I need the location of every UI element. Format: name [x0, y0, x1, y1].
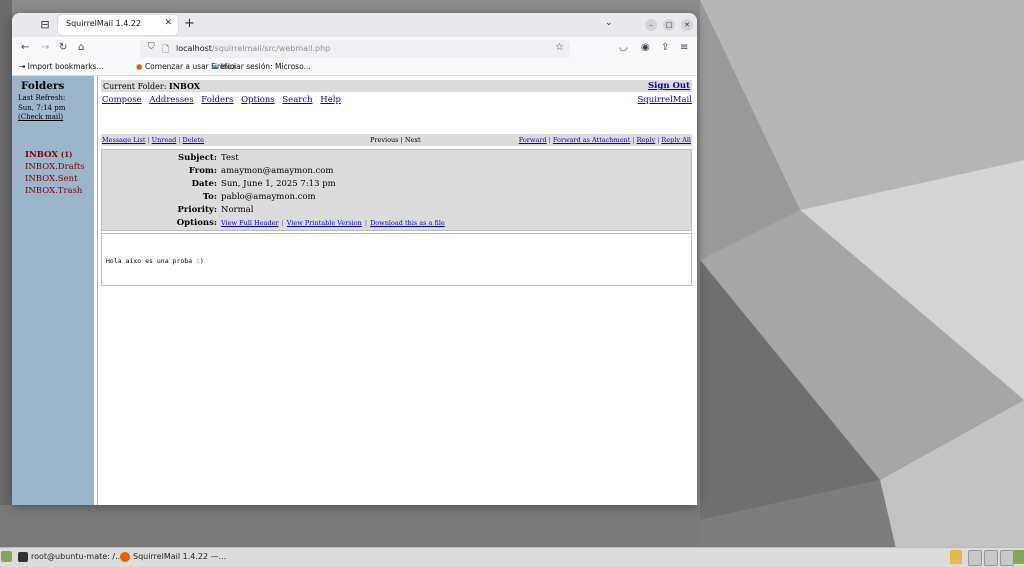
- view-full-header-link[interactable]: View Full Header: [221, 219, 279, 227]
- from-row: From: amaymon@amaymon.com: [188, 166, 334, 176]
- reply-all-link[interactable]: Reply All: [661, 136, 691, 144]
- date-row: Date: Sun, June 1, 2025 7:13 pm: [191, 179, 336, 189]
- unread-count: (1): [60, 150, 73, 159]
- to-row: To: pablo@amaymon.com: [202, 192, 316, 202]
- forward-attachment-link[interactable]: Forward as Attachment: [553, 136, 631, 144]
- bookmark-microsoft[interactable]: ☁ Iniciar sesión: Microso...: [211, 62, 311, 71]
- browser-tab[interactable]: SquirrelMail 1.4.22 ✕: [58, 15, 178, 35]
- last-refresh: Last Refresh: Sun, 7:14 pm (Check mail): [18, 94, 66, 123]
- tab-list-icon[interactable]: ⊟: [38, 18, 52, 32]
- compose-link[interactable]: Compose: [102, 95, 142, 105]
- sign-out-link[interactable]: Sign Out: [648, 81, 690, 91]
- account-icon[interactable]: ◉: [641, 42, 650, 53]
- home-icon[interactable]: ⌂: [78, 42, 84, 53]
- folder-sent[interactable]: INBOX.Sent: [25, 174, 78, 184]
- page-info-icon[interactable]: 🗋: [162, 42, 169, 58]
- url-host: localhost: [176, 44, 212, 53]
- subject-row: Subject: Test: [178, 153, 239, 163]
- priority-row: Priority: Normal: [177, 205, 254, 215]
- addresses-link[interactable]: Addresses: [149, 95, 193, 105]
- options-link[interactable]: Options: [241, 95, 275, 105]
- current-folder: Current Folder: INBOX: [103, 81, 200, 91]
- message-view: Current Folder: INBOX Sign Out Compose A…: [101, 76, 695, 505]
- folder-inbox[interactable]: INBOX (1): [25, 150, 72, 160]
- main-menu: Compose Addresses Folders Options Search…: [102, 95, 346, 105]
- priority-value: Normal: [221, 205, 254, 215]
- folder-sidebar: Folders Last Refresh: Sun, 7:14 pm (Chec…: [12, 76, 97, 505]
- forward-link[interactable]: Forward: [519, 136, 547, 144]
- taskbar: root@ubuntu-mate: /... SquirrelMail 1.4.…: [0, 547, 1024, 567]
- page-content: Folders Last Refresh: Sun, 7:14 pm (Chec…: [12, 76, 697, 505]
- bookmark-star-icon[interactable]: ☆: [555, 42, 564, 53]
- firefox-icon: [120, 551, 130, 562]
- search-link[interactable]: Search: [282, 95, 312, 105]
- frame-divider[interactable]: [97, 76, 98, 505]
- menu-launcher-icon[interactable]: [1, 551, 12, 562]
- menu-icon[interactable]: ≡: [680, 42, 688, 53]
- bookmark-import[interactable]: ⇥ Import bookmarks...: [19, 62, 104, 71]
- options-row: Options: View Full Header | View Printable…: [176, 218, 445, 228]
- folders-link[interactable]: Folders: [201, 95, 233, 105]
- download-file-link[interactable]: Download this as a file: [370, 219, 445, 227]
- folder-drafts[interactable]: INBOX.Drafts: [25, 162, 85, 172]
- message-text: Hola aixo es una proba :): [106, 257, 204, 265]
- tray-updates-icon[interactable]: [950, 550, 962, 564]
- message-headers: Subject: Test From: amaymon@amaymon.com …: [101, 149, 692, 231]
- taskbar-terminal[interactable]: root@ubuntu-mate: /...: [18, 549, 123, 565]
- view-printable-link[interactable]: View Printable Version: [287, 219, 362, 227]
- browser-window: ⊟ SquirrelMail 1.4.22 ✕ + ⌄ – □ ✕ ← → ↻ …: [12, 13, 697, 505]
- message-list-link[interactable]: Message List: [102, 136, 145, 144]
- maximize-icon[interactable]: □: [663, 19, 675, 31]
- date-value: Sun, June 1, 2025 7:13 pm: [221, 179, 336, 189]
- new-tab-icon[interactable]: +: [184, 16, 195, 31]
- tray-workspace-icon[interactable]: [968, 550, 982, 566]
- folders-title: Folders: [21, 80, 65, 92]
- subject-value: Test: [221, 153, 239, 163]
- folder-trash[interactable]: INBOX.Trash: [25, 186, 82, 196]
- tracking-shield-icon[interactable]: ⛉: [148, 42, 155, 52]
- tray-workspace-icon[interactable]: [1000, 550, 1014, 566]
- squirrelmail-link[interactable]: SquirrelMail: [637, 95, 692, 105]
- check-mail-link[interactable]: (Check mail): [18, 113, 65, 123]
- reply-link[interactable]: Reply: [637, 136, 656, 144]
- help-link[interactable]: Help: [320, 95, 341, 105]
- chevron-down-icon[interactable]: ⌄: [605, 18, 613, 28]
- navigation-bar: ← → ↻ ⌂ ⛉ 🗋 localhost/squirrelmail/src/w…: [12, 37, 697, 61]
- unread-link[interactable]: Unread: [152, 136, 177, 144]
- forward-icon[interactable]: →: [41, 42, 49, 53]
- tab-bar: ⊟ SquirrelMail 1.4.22 ✕ + ⌄ – □ ✕: [12, 13, 697, 37]
- bookmarks-toolbar: ⇥ Import bookmarks... ● Comenzar a usar …: [12, 61, 697, 76]
- taskbar-firefox[interactable]: SquirrelMail 1.4.22 —...: [120, 549, 226, 565]
- from-value: amaymon@amaymon.com: [221, 166, 334, 176]
- previous-next: Previous | Next: [370, 136, 421, 144]
- pocket-icon[interactable]: ◡: [619, 42, 628, 53]
- message-action-bar: Message List | Unread | Delete Previous | Ne…: [101, 134, 692, 146]
- tab-title: SquirrelMail 1.4.22: [66, 19, 142, 28]
- message-body: Hola aixo es una proba :): [101, 233, 692, 286]
- delete-link[interactable]: Delete: [183, 136, 204, 144]
- minimize-icon[interactable]: –: [645, 19, 657, 31]
- tray-workspace-icon[interactable]: [984, 550, 998, 566]
- close-tab-icon[interactable]: ✕: [164, 18, 172, 28]
- url-path: /squirrelmail/src/webmail.php: [211, 44, 331, 53]
- tray-trash-icon[interactable]: [1013, 550, 1024, 564]
- terminal-icon: [18, 551, 28, 562]
- extensions-icon[interactable]: ⇪: [661, 42, 669, 53]
- reload-icon[interactable]: ↻: [59, 42, 67, 53]
- folder-bar: Current Folder: INBOX Sign Out: [101, 80, 692, 92]
- to-value: pablo@amaymon.com: [221, 192, 316, 202]
- close-window-icon[interactable]: ✕: [681, 19, 693, 31]
- back-icon[interactable]: ←: [21, 42, 29, 53]
- address-bar[interactable]: ⛉ 🗋 localhost/squirrelmail/src/webmail.p…: [140, 40, 570, 58]
